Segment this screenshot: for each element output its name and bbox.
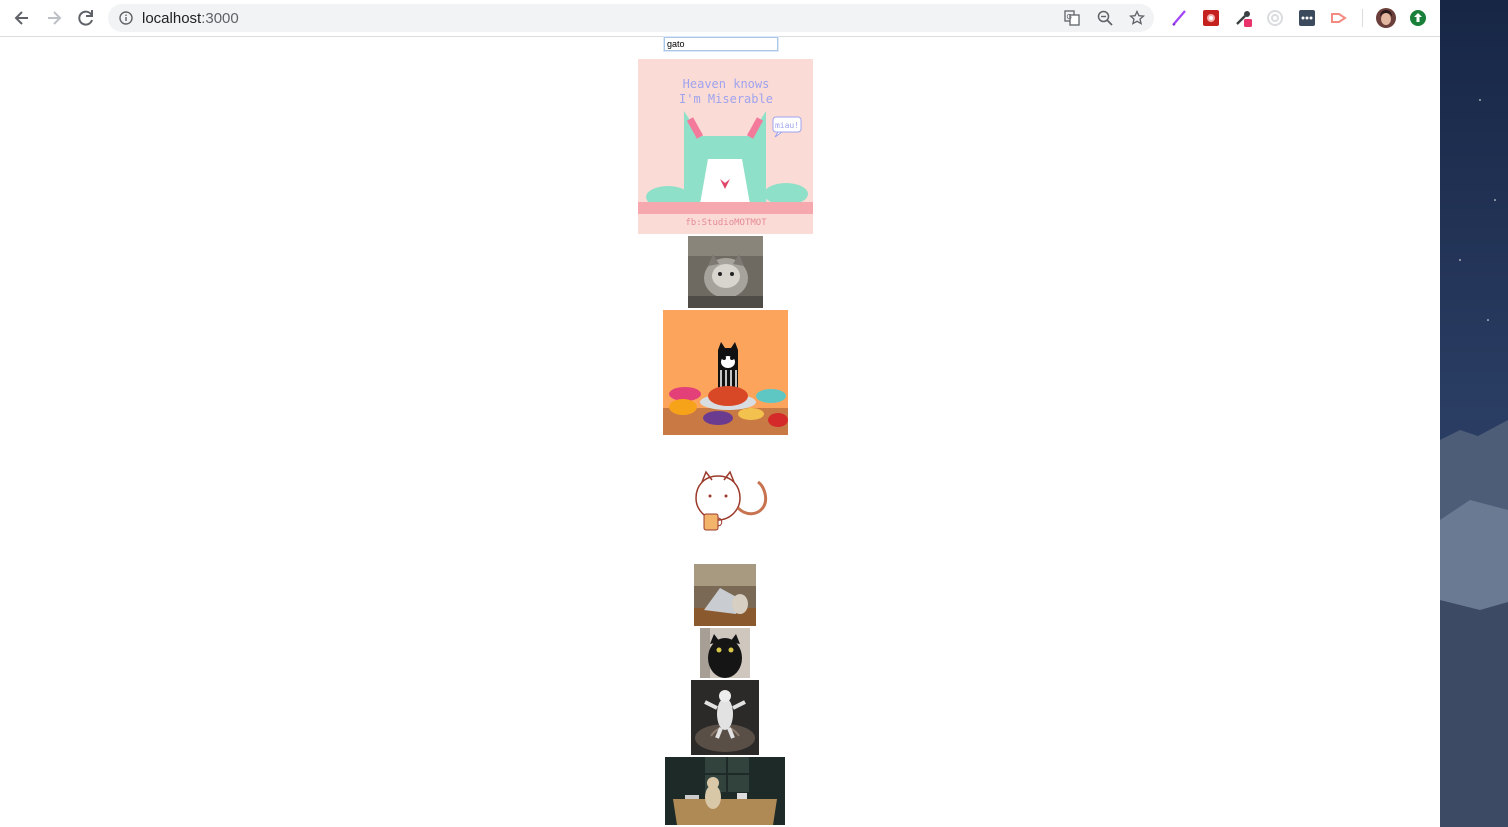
search-input[interactable] <box>663 36 779 52</box>
circle-extension-icon[interactable] <box>1266 9 1284 27</box>
svg-text:G: G <box>1067 14 1072 21</box>
eyedropper-extension-icon[interactable] <box>1234 9 1252 27</box>
arrow-extension-icon[interactable] <box>1330 9 1348 27</box>
back-icon[interactable] <box>11 7 33 29</box>
black-cat-feast-gif <box>663 310 788 435</box>
desktop-wallpaper <box>1440 0 1508 827</box>
url-host: localhost <box>142 10 202 27</box>
photo-extension-icon[interactable] <box>1202 9 1220 27</box>
profile-avatar[interactable] <box>1376 8 1396 28</box>
translate-icon[interactable]: G <box>1064 10 1080 26</box>
browser-toolbar: localhost:3000 G <box>0 0 1440 37</box>
zoom-icon[interactable] <box>1097 10 1113 26</box>
dots-extension-icon[interactable] <box>1298 9 1316 27</box>
sketch-cat-coffee-gif <box>688 468 771 538</box>
page-content: Heaven knows I'm Miserable miau! fb:Stud… <box>0 36 1440 827</box>
cat-laptop-gif <box>694 564 756 626</box>
gif-bubble-text: miau! <box>775 121 799 130</box>
gif-caption-line2: I'm Miserable <box>679 92 773 106</box>
quill-extension-icon[interactable] <box>1170 9 1188 27</box>
forward-icon[interactable] <box>43 7 65 29</box>
dancing-white-cat-gif <box>691 680 759 755</box>
reload-icon[interactable] <box>75 7 97 29</box>
update-icon[interactable] <box>1409 9 1427 27</box>
star-icon[interactable] <box>1129 10 1145 26</box>
cat-on-table-gif <box>665 757 785 825</box>
gray-cat-gif <box>688 236 763 308</box>
gif-footer: fb:StudioMOTMOT <box>685 218 767 228</box>
gif-caption-line1: Heaven knows <box>683 77 770 91</box>
toolbar-separator <box>1362 9 1363 27</box>
heaven-knows-cat-gif: Heaven knows I'm Miserable miau! fb:Stud… <box>638 59 813 234</box>
address-bar[interactable]: localhost:3000 G <box>108 4 1154 32</box>
black-cat-gif <box>700 628 750 678</box>
url-text[interactable]: localhost:3000 <box>142 10 239 27</box>
url-port: :3000 <box>201 10 239 27</box>
info-icon[interactable] <box>119 11 133 25</box>
